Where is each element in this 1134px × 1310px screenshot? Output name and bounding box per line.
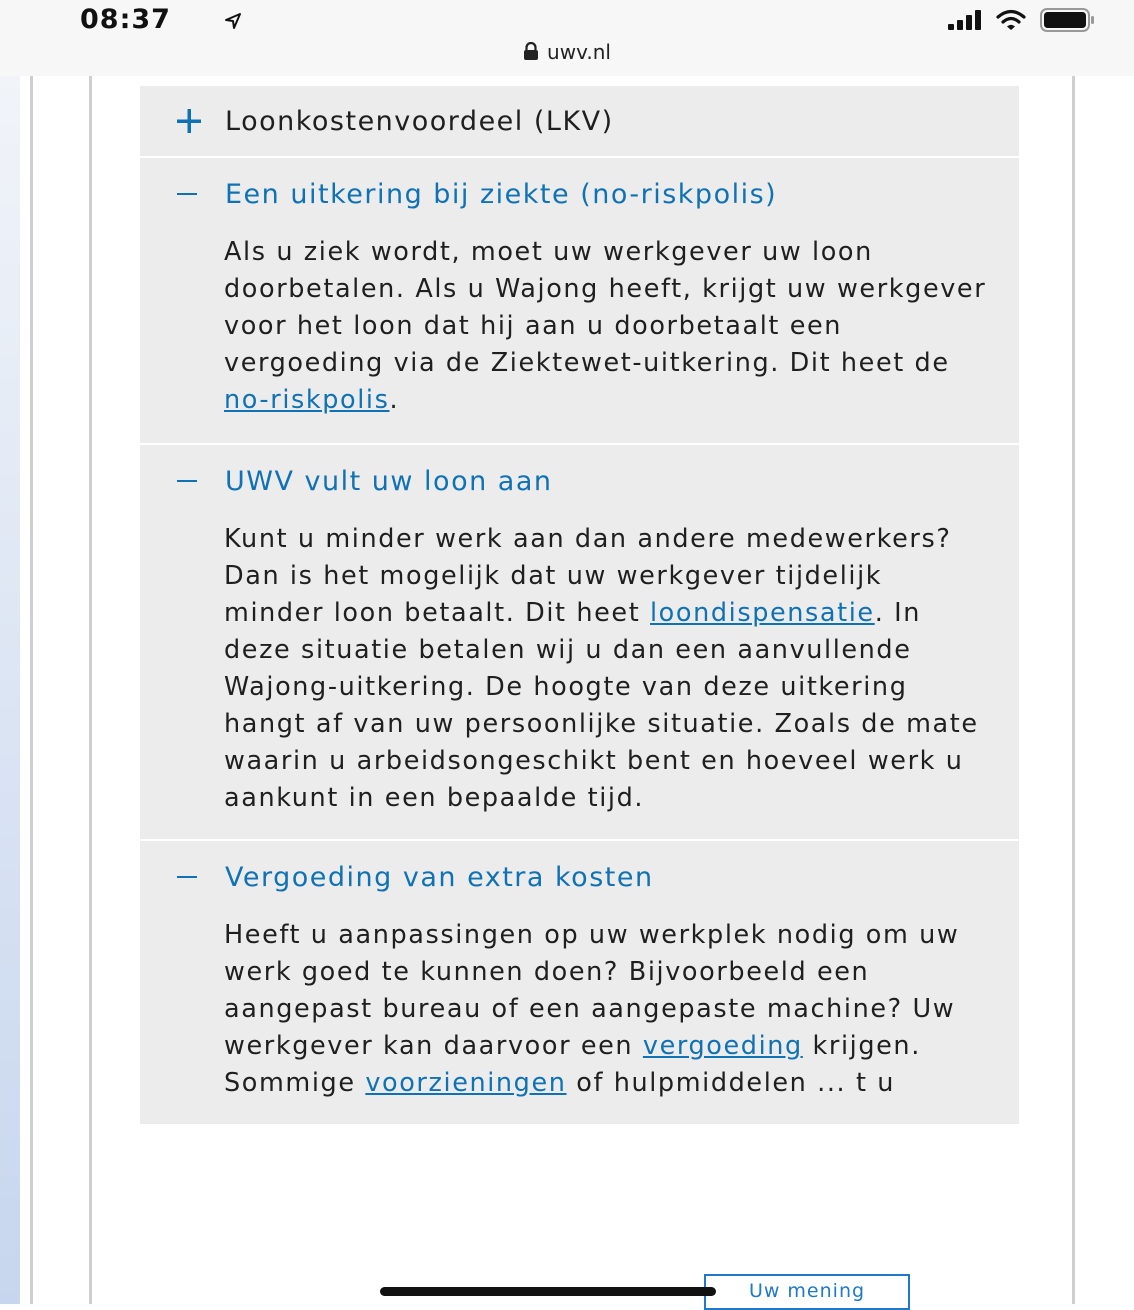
accordion-item-loon-aanvulling: UWV vult uw loon aan Kunt u minder werk … [140, 445, 1019, 841]
accordion: Loonkostenvoordeel (LKV) Een uitkering b… [140, 86, 1019, 1126]
battery-icon [1040, 8, 1094, 32]
url-text: uwv.nl [547, 40, 611, 64]
loondispensatie-link[interactable]: loondispensatie [650, 598, 875, 628]
lock-icon [524, 42, 539, 60]
body-text: of hulpmiddelen ... t u [566, 1068, 896, 1098]
status-bar: 08:37 uwv.nl [0, 0, 1134, 76]
accordion-body: Kunt u minder werk aan dan andere medewe… [177, 517, 991, 839]
frame-line-left-outer [30, 76, 33, 1304]
accordion-item-no-riskpolis: Een uitkering bij ziekte (no-riskpolis) … [140, 158, 1019, 445]
body-text: . In deze situatie betalen wij u dan een… [224, 598, 979, 813]
accordion-item-extra-kosten: Vergoeding van extra kosten Heeft u aanp… [140, 841, 1019, 1126]
plus-icon [177, 109, 201, 133]
accordion-body: Als u ziek wordt, moet uw werkgever uw l… [177, 230, 991, 443]
accordion-title: UWV vult uw loon aan [225, 465, 553, 497]
home-indicator[interactable] [380, 1287, 716, 1296]
body-text: . [389, 385, 400, 415]
accordion-header-extra-kosten[interactable]: Vergoeding van extra kosten [177, 841, 991, 913]
accordion-title: Loonkostenvoordeel (LKV) [225, 105, 614, 137]
minus-icon [177, 480, 197, 482]
accordion-header-no-riskpolis[interactable]: Een uitkering bij ziekte (no-riskpolis) [177, 158, 991, 230]
accordion-title: Vergoeding van extra kosten [225, 861, 654, 893]
cellular-signal-icon [948, 10, 981, 30]
minus-icon [177, 876, 197, 878]
status-time: 08:37 [80, 4, 171, 35]
voorzieningen-link[interactable]: voorzieningen [365, 1068, 566, 1098]
location-arrow-icon [225, 13, 241, 29]
url-bar[interactable]: uwv.nl [0, 40, 1134, 64]
frame-line-right [1072, 76, 1075, 1304]
feedback-button[interactable]: Uw mening [704, 1274, 910, 1310]
background-strip [0, 76, 20, 1304]
minus-icon [177, 193, 197, 195]
accordion-item-lkv: Loonkostenvoordeel (LKV) [140, 86, 1019, 158]
accordion-body: Heeft u aanpassingen op uw werkplek nodi… [177, 913, 991, 1124]
body-text: Als u ziek wordt, moet uw werkgever uw l… [224, 237, 987, 378]
accordion-header-loon-aanvulling[interactable]: UWV vult uw loon aan [177, 445, 991, 517]
frame-line-left-inner [89, 76, 92, 1304]
status-icons [948, 8, 1096, 32]
vergoeding-link[interactable]: vergoeding [643, 1031, 803, 1061]
accordion-header-lkv[interactable]: Loonkostenvoordeel (LKV) [177, 86, 991, 156]
wifi-icon [996, 9, 1026, 30]
accordion-title: Een uitkering bij ziekte (no-riskpolis) [225, 178, 778, 210]
no-riskpolis-link[interactable]: no-riskpolis [224, 385, 390, 415]
